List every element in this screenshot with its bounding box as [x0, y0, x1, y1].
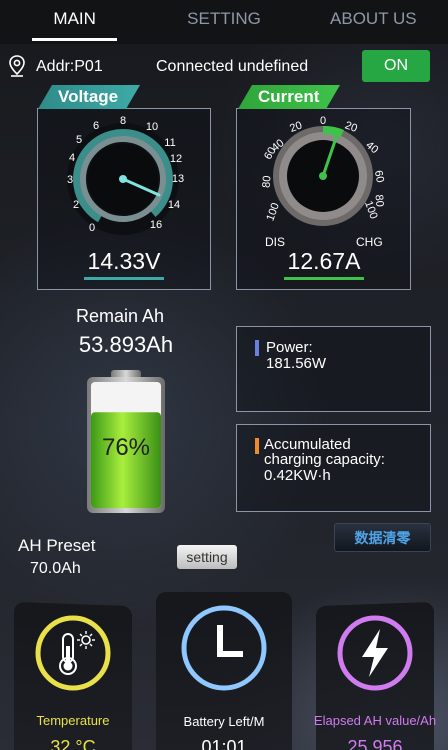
tab-main[interactable]: MAIN: [0, 0, 149, 44]
voltage-gauge: 0 2 3 4 5 6 8 10 11 12 13 14 16: [67, 115, 184, 235]
current-gauge: 100 80 60 40 20 0 20 40 60 80 100: [261, 115, 386, 226]
charge-label: CHG: [356, 235, 383, 249]
current-underline: [284, 277, 364, 280]
current-title: Current: [238, 85, 340, 109]
tab-setting[interactable]: SETTING: [149, 0, 298, 44]
voltage-tick-12: 12: [170, 153, 182, 165]
accumulated-value: 0.42KW·h: [264, 467, 331, 484]
power-toggle-button[interactable]: ON: [362, 50, 430, 82]
voltage-tick-6: 6: [93, 120, 99, 132]
elapsed-ah-label: Elapsed AH value/Ah: [313, 713, 437, 728]
battery-percent: 76%: [101, 434, 151, 461]
voltage-tick-5: 5: [76, 134, 82, 146]
battery-left-label: Battery Left/M: [183, 714, 265, 729]
accumulated-marker: [255, 438, 259, 454]
temperature-label: Temperature: [36, 713, 110, 728]
voltage-tick-13: 13: [172, 173, 184, 185]
location-pin-icon: [9, 55, 25, 77]
voltage-title: Voltage: [38, 85, 140, 109]
voltage-tick-11: 11: [164, 137, 175, 149]
lightning-icon: [337, 615, 413, 691]
voltage-tick-14: 14: [168, 199, 180, 211]
device-address: Addr:P01: [36, 58, 103, 75]
clock-icon: [181, 605, 267, 691]
current-tick-zero: 0: [320, 115, 326, 127]
voltage-underline: [84, 277, 164, 280]
voltage-tick-16: 16: [150, 219, 162, 231]
discharge-label: DIS: [265, 235, 286, 249]
connection-status: Connected undefined: [156, 58, 309, 75]
battery-left-value: 01:01: [201, 737, 247, 750]
power-marker: [255, 340, 259, 356]
accumulated-label-2: charging capacity:: [264, 451, 385, 468]
tab-about-us[interactable]: ABOUT US: [299, 0, 448, 44]
temperature-value: 32 °C: [50, 737, 96, 750]
voltage-tick-8: 8: [120, 115, 126, 127]
ah-preset-setting-button[interactable]: setting: [177, 545, 237, 569]
remain-ah-value: 53.893Ah: [78, 332, 174, 357]
remain-ah-label: Remain Ah: [75, 306, 165, 326]
thermometer-sun-icon: [35, 615, 111, 691]
voltage-tick-3: 3: [67, 174, 73, 186]
current-reading: 12.67A: [287, 248, 361, 274]
clear-data-button[interactable]: 数据清零: [334, 523, 431, 552]
power-label: Power:: [266, 339, 313, 356]
voltage-tick-4: 4: [69, 152, 75, 164]
current-tick-left-100: 100: [264, 201, 282, 222]
current-tick-right-60: 60: [372, 169, 386, 183]
ah-preset-label: AH Preset: [18, 536, 96, 555]
voltage-tick-10: 10: [146, 121, 158, 133]
power-value: 181.56W: [266, 355, 327, 372]
voltage-tick-0: 0: [89, 222, 95, 234]
voltage-reading: 14.33V: [87, 248, 161, 274]
current-tick-left-80: 80: [261, 175, 274, 188]
ah-preset-value: 70.0Ah: [30, 560, 81, 577]
tab-bar: MAIN SETTING ABOUT US: [0, 0, 448, 44]
elapsed-ah-value: 25.956: [347, 737, 403, 750]
voltage-tick-2: 2: [73, 199, 79, 211]
